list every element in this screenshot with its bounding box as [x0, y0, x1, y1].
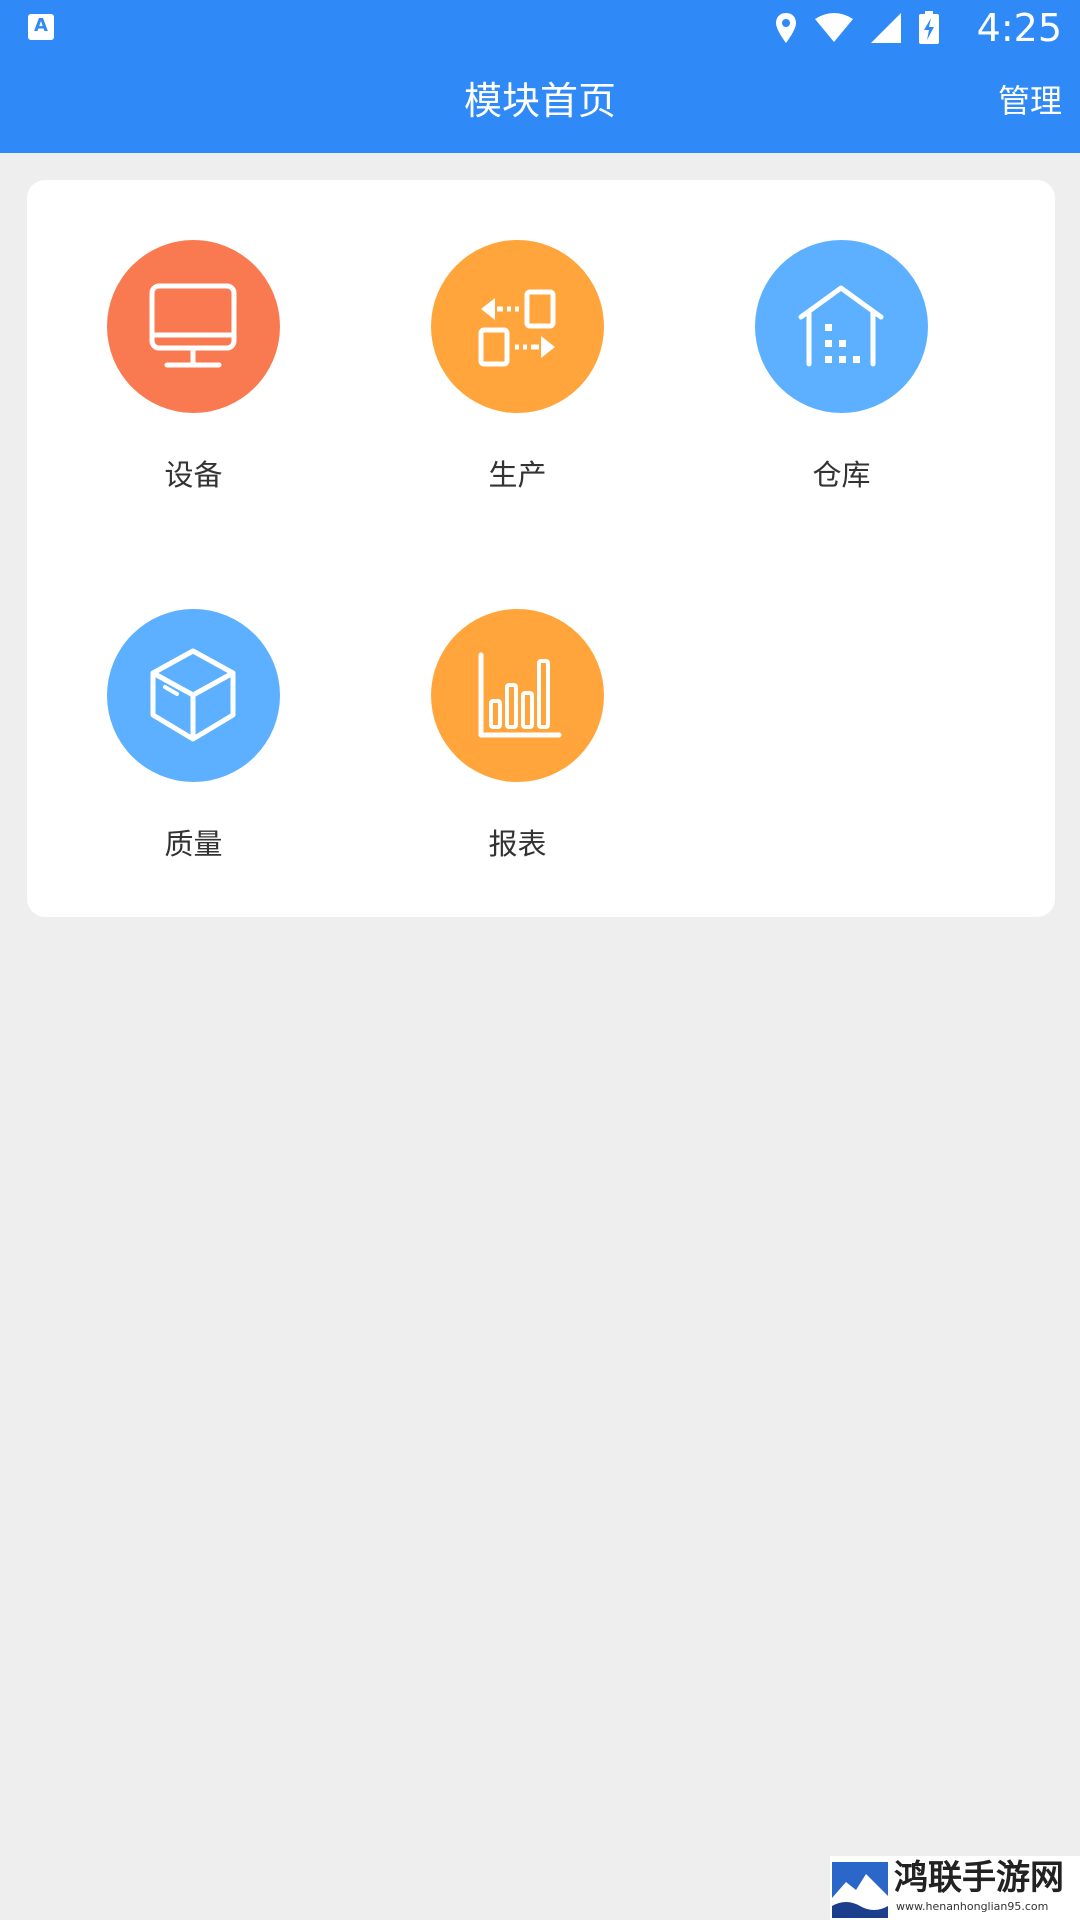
- warehouse-icon: [755, 240, 928, 413]
- bar-chart-icon: [431, 609, 604, 782]
- signal-icon: [871, 13, 901, 43]
- manage-button[interactable]: 管理: [996, 78, 1064, 124]
- app-notification-letter: A: [34, 15, 48, 36]
- wifi-icon: [815, 13, 853, 42]
- module-label: 生产: [488, 458, 547, 492]
- watermark: 鸿联手游网 www.henanhonglian95.com: [830, 1856, 1080, 1920]
- module-report[interactable]: 报表: [351, 549, 651, 861]
- module-grid-card: 设备 生产 仓库 质量 报表: [27, 180, 1055, 917]
- watermark-title: 鸿联手游网: [894, 1858, 1064, 1898]
- monitor-icon: [107, 240, 280, 413]
- module-warehouse[interactable]: 仓库: [675, 180, 975, 492]
- location-icon: [776, 13, 796, 43]
- app-notification-icon: A: [28, 14, 54, 40]
- module-quality[interactable]: 质量: [27, 549, 327, 861]
- status-icons: [774, 10, 940, 46]
- module-production[interactable]: 生产: [351, 180, 651, 492]
- status-bar: A 4:25: [0, 0, 1080, 56]
- module-label: 设备: [164, 458, 223, 492]
- app-bar: 模块首页 管理: [0, 56, 1080, 153]
- module-equipment[interactable]: 设备: [27, 180, 327, 492]
- transfer-icon: [431, 240, 604, 413]
- module-label: 质量: [164, 827, 223, 861]
- page-title: 模块首页: [463, 79, 616, 123]
- battery-charging-icon: [919, 11, 939, 44]
- watermark-url: www.henanhonglian95.com: [896, 1900, 1049, 1913]
- watermark-logo-icon: [832, 1862, 888, 1918]
- module-label: 仓库: [812, 458, 871, 492]
- module-label: 报表: [488, 827, 547, 861]
- status-time: 4:25: [976, 6, 1062, 50]
- box-icon: [107, 609, 280, 782]
